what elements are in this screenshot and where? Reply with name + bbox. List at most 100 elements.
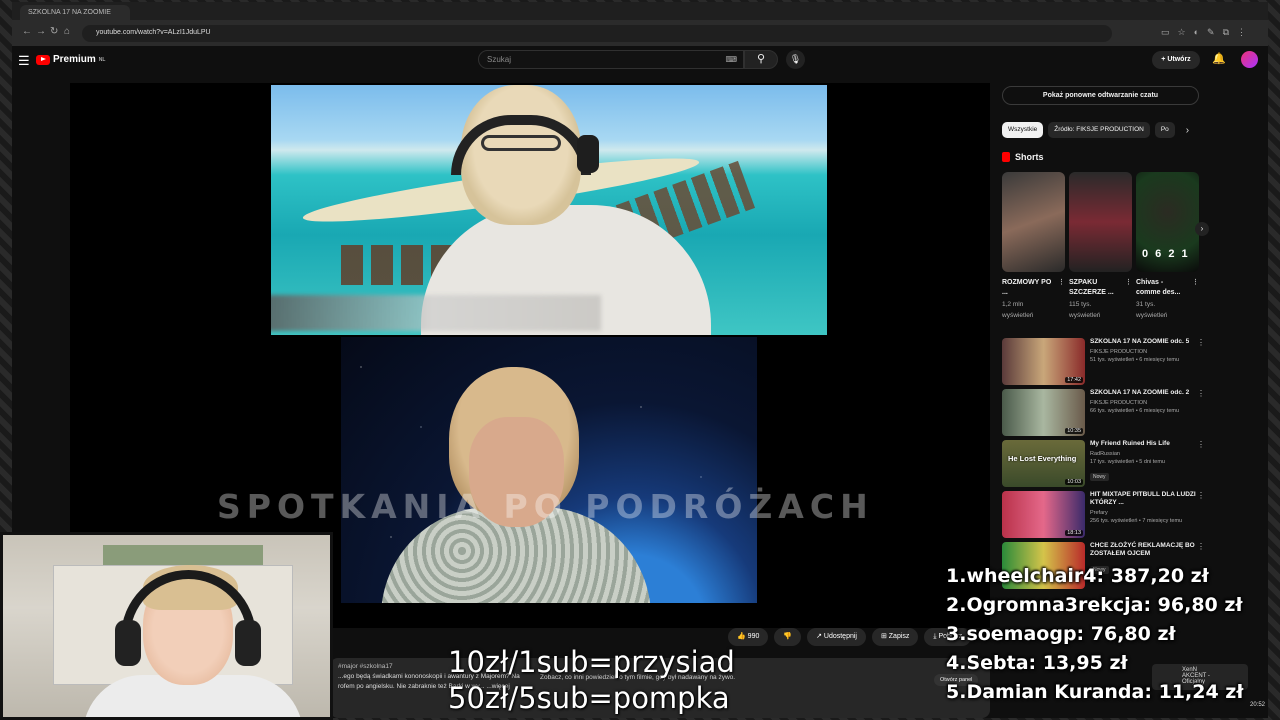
rec-duration: 10:03 xyxy=(1065,479,1083,485)
shorts-icon xyxy=(1002,152,1010,162)
avatar[interactable] xyxy=(1241,51,1258,68)
rule-line-2: 50zł/5sub=pompka xyxy=(448,681,730,715)
rec-title[interactable]: SZKOLNA 17 NA ZOOMIE odc. 2 xyxy=(1090,389,1198,397)
rec-thumb-text: He Lost Everything xyxy=(1008,454,1077,463)
dislike-button[interactable]: 👎 xyxy=(774,628,802,646)
rec-thumbnail[interactable]: 10:35 xyxy=(1002,389,1085,436)
donor-entry: 3.soemaogp: 76,80 zł xyxy=(946,623,1176,645)
share-button[interactable]: ↗ Udostępnij xyxy=(807,628,866,646)
reload-icon[interactable]: ↻ xyxy=(50,26,58,37)
rec-duration: 17:42 xyxy=(1065,377,1083,383)
back-icon[interactable]: ← xyxy=(22,26,32,37)
search-icon: ⚲ xyxy=(756,53,766,65)
more-options-icon[interactable]: ⋮ xyxy=(1197,440,1205,449)
rec-title[interactable]: My Friend Ruined His Life xyxy=(1090,440,1198,448)
rec-thumbnail[interactable]: 17:42 xyxy=(1002,338,1085,385)
rec-thumbnail[interactable]: 18:13 xyxy=(1002,491,1085,538)
rec-title[interactable]: CHCE ZŁOŻYĆ REKLAMACJĘ BO ZOSTAŁEM OJCEM xyxy=(1090,542,1198,558)
rec-info: SZKOLNA 17 NA ZOOMIE odc. 5 FIKSJE PRODU… xyxy=(1090,338,1198,389)
donor-entry: 4.Sebta: 13,95 zł xyxy=(946,652,1128,674)
search-input[interactable]: Szukaj ⌨ xyxy=(478,50,744,69)
short-views: 1,2 mln xyxy=(1002,301,1024,308)
short-item[interactable]: 0 6 2 1 Chivas - comme des... ⋮ 31 tys. w… xyxy=(1136,172,1199,320)
short-item[interactable]: SZPAKU SZCZERZE ... ⋮ 115 tys. wyświetleń xyxy=(1069,172,1132,320)
share-label: Udostępnij xyxy=(823,633,857,640)
home-icon[interactable]: ⌂ xyxy=(64,26,70,37)
youtube-logo[interactable]: Premium NL xyxy=(36,54,105,65)
url-field[interactable]: youtube.com/watch?v=ALzI1JduLPU xyxy=(82,25,1112,42)
short-views-label: wyświetleń xyxy=(1136,312,1168,319)
rec-info: SZKOLNA 17 NA ZOOMIE odc. 2 FIKSJE PRODU… xyxy=(1090,389,1198,440)
donor-entry: 1.wheelchair4: 387,20 zł xyxy=(946,565,1209,587)
new-badge: Nowy xyxy=(1090,473,1109,481)
rec-info: HIT MIXTAPE PITBULL DLA LUDZI KTÓRZY ...… xyxy=(1090,491,1198,542)
list-item[interactable]: 18:13 HIT MIXTAPE PITBULL DLA LUDZI KTÓR… xyxy=(1002,491,1207,542)
rec-title[interactable]: SZKOLNA 17 NA ZOOMIE odc. 5 xyxy=(1090,338,1198,346)
create-button[interactable]: + Utwórz xyxy=(1152,51,1200,69)
short-views: 31 tys. xyxy=(1136,301,1156,308)
chip-all[interactable]: Wszystkie xyxy=(1002,122,1044,138)
more-options-icon[interactable]: ⋮ xyxy=(1197,338,1205,347)
more-options-icon[interactable]: ⋮ xyxy=(1197,542,1205,551)
headphones-right xyxy=(235,620,261,666)
filter-chips: Wszystkie Źródło: FIKSJE PRODUCTION Po › xyxy=(1002,122,1207,138)
rec-duration: 18:13 xyxy=(1065,530,1083,536)
rec-channel[interactable]: FIKSJE PRODUCTION xyxy=(1090,400,1198,406)
notifications-bell-icon[interactable]: 🔔 xyxy=(1212,52,1226,65)
more-options-icon[interactable]: ⋮ xyxy=(1058,278,1065,288)
short-timer: 0 6 2 1 xyxy=(1142,248,1190,260)
more-options-icon[interactable]: ⋮ xyxy=(1197,389,1205,398)
short-thumbnail[interactable] xyxy=(1069,172,1132,272)
save-button[interactable]: ⊞ Zapisz xyxy=(871,628,919,646)
more-options-icon[interactable]: ⋮ xyxy=(1197,491,1205,500)
short-views-label: wyświetleń xyxy=(1002,312,1034,319)
short-thumbnail[interactable]: 0 6 2 1 xyxy=(1136,172,1199,272)
rec-meta: 51 tys. wyświetleń • 6 miesięcy temu xyxy=(1090,357,1180,363)
short-title-box: Chivas - comme des... ⋮ xyxy=(1136,278,1199,298)
short-thumbnail[interactable] xyxy=(1002,172,1065,272)
address-bar: ← → ↻ ⌂ youtube.com/watch?v=ALzI1JduLPU … xyxy=(12,20,1268,46)
short-title-box: ROZMOWY PO ... ⋮ xyxy=(1002,278,1065,298)
video-panel-bottom xyxy=(341,337,757,603)
search-placeholder: Szukaj xyxy=(487,55,512,64)
shorts-shelf: ROZMOWY PO ... ⋮ 1,2 mln wyświetleń SZPAK… xyxy=(1002,172,1209,320)
donor-entry: 2.Ogromna3rekcja: 96,80 zł xyxy=(946,594,1243,616)
video-watermark: SPOTKANIA PO PODRÓŻACH xyxy=(217,487,874,526)
top-donors-overlay: 1.wheelchair4: 387,20 zł 2.Ogromna3rekcj… xyxy=(946,562,1243,707)
list-item[interactable]: He Lost Everything 10:03 My Friend Ruine… xyxy=(1002,440,1207,491)
video-actions: 👍 990 👎 ↗ Udostępnij ⊞ Zapisz ⤓ Pobierz xyxy=(728,628,972,646)
logo-text: Premium xyxy=(53,54,96,65)
headset-ear xyxy=(577,135,599,173)
search-button[interactable]: ⚲ xyxy=(744,50,778,69)
short-item[interactable]: ROZMOWY PO ... ⋮ 1,2 mln wyświetleń xyxy=(1002,172,1065,320)
keyboard-icon[interactable]: ⌨ xyxy=(725,55,737,64)
chip-more[interactable]: Po xyxy=(1154,122,1175,138)
rec-channel[interactable]: FIKSJE PRODUCTION xyxy=(1090,349,1198,355)
short-title: SZPAKU SZCZERZE ... xyxy=(1069,279,1114,296)
more-options-icon[interactable]: ⋮ xyxy=(1192,278,1199,288)
chevron-right-icon[interactable]: › xyxy=(1186,125,1189,136)
rec-meta: 66 tys. wyświetleń • 6 miesięcy temu xyxy=(1090,408,1180,414)
mic-icon[interactable]: 🎙 xyxy=(786,50,805,69)
rec-title[interactable]: HIT MIXTAPE PITBULL DLA LUDZI KTÓRZY ... xyxy=(1090,491,1198,507)
rec-thumbnail[interactable]: He Lost Everything 10:03 xyxy=(1002,440,1085,487)
rec-channel[interactable]: RadRussian xyxy=(1090,451,1198,457)
donation-rules-overlay: 10zł/1sub=przysiad 50zł/5sub=pompka xyxy=(448,644,735,716)
list-item[interactable]: 17:42 SZKOLNA 17 NA ZOOMIE odc. 5 FIKSJE… xyxy=(1002,338,1207,389)
logo-region: NL xyxy=(98,56,106,63)
chip-source[interactable]: Źródło: FIKSJE PRODUCTION xyxy=(1048,122,1150,138)
list-item[interactable]: 10:35 SZKOLNA 17 NA ZOOMIE odc. 2 FIKSJE… xyxy=(1002,389,1207,440)
browser-tab[interactable]: SZKOLNA 17 NA ZOOMIE xyxy=(20,5,130,20)
extension-icons[interactable]: ▭☆◐✎⧉⋮ xyxy=(1161,27,1254,38)
shelf xyxy=(103,545,263,565)
short-views: 115 tys. xyxy=(1069,301,1092,308)
shorts-header: Shorts xyxy=(1002,152,1207,162)
forward-icon[interactable]: → xyxy=(36,26,46,37)
youtube-play-icon xyxy=(36,54,50,65)
shorts-next-icon[interactable]: › xyxy=(1195,222,1209,236)
hamburger-menu-icon[interactable]: ☰ xyxy=(18,53,30,69)
rec-channel[interactable]: Prefary xyxy=(1090,510,1198,516)
more-options-icon[interactable]: ⋮ xyxy=(1125,278,1132,288)
chat-replay-button[interactable]: Pokaż ponowne odtwarzanie czatu xyxy=(1002,86,1199,105)
sidebar: Pokaż ponowne odtwarzanie czatu Wszystki… xyxy=(1002,86,1209,593)
